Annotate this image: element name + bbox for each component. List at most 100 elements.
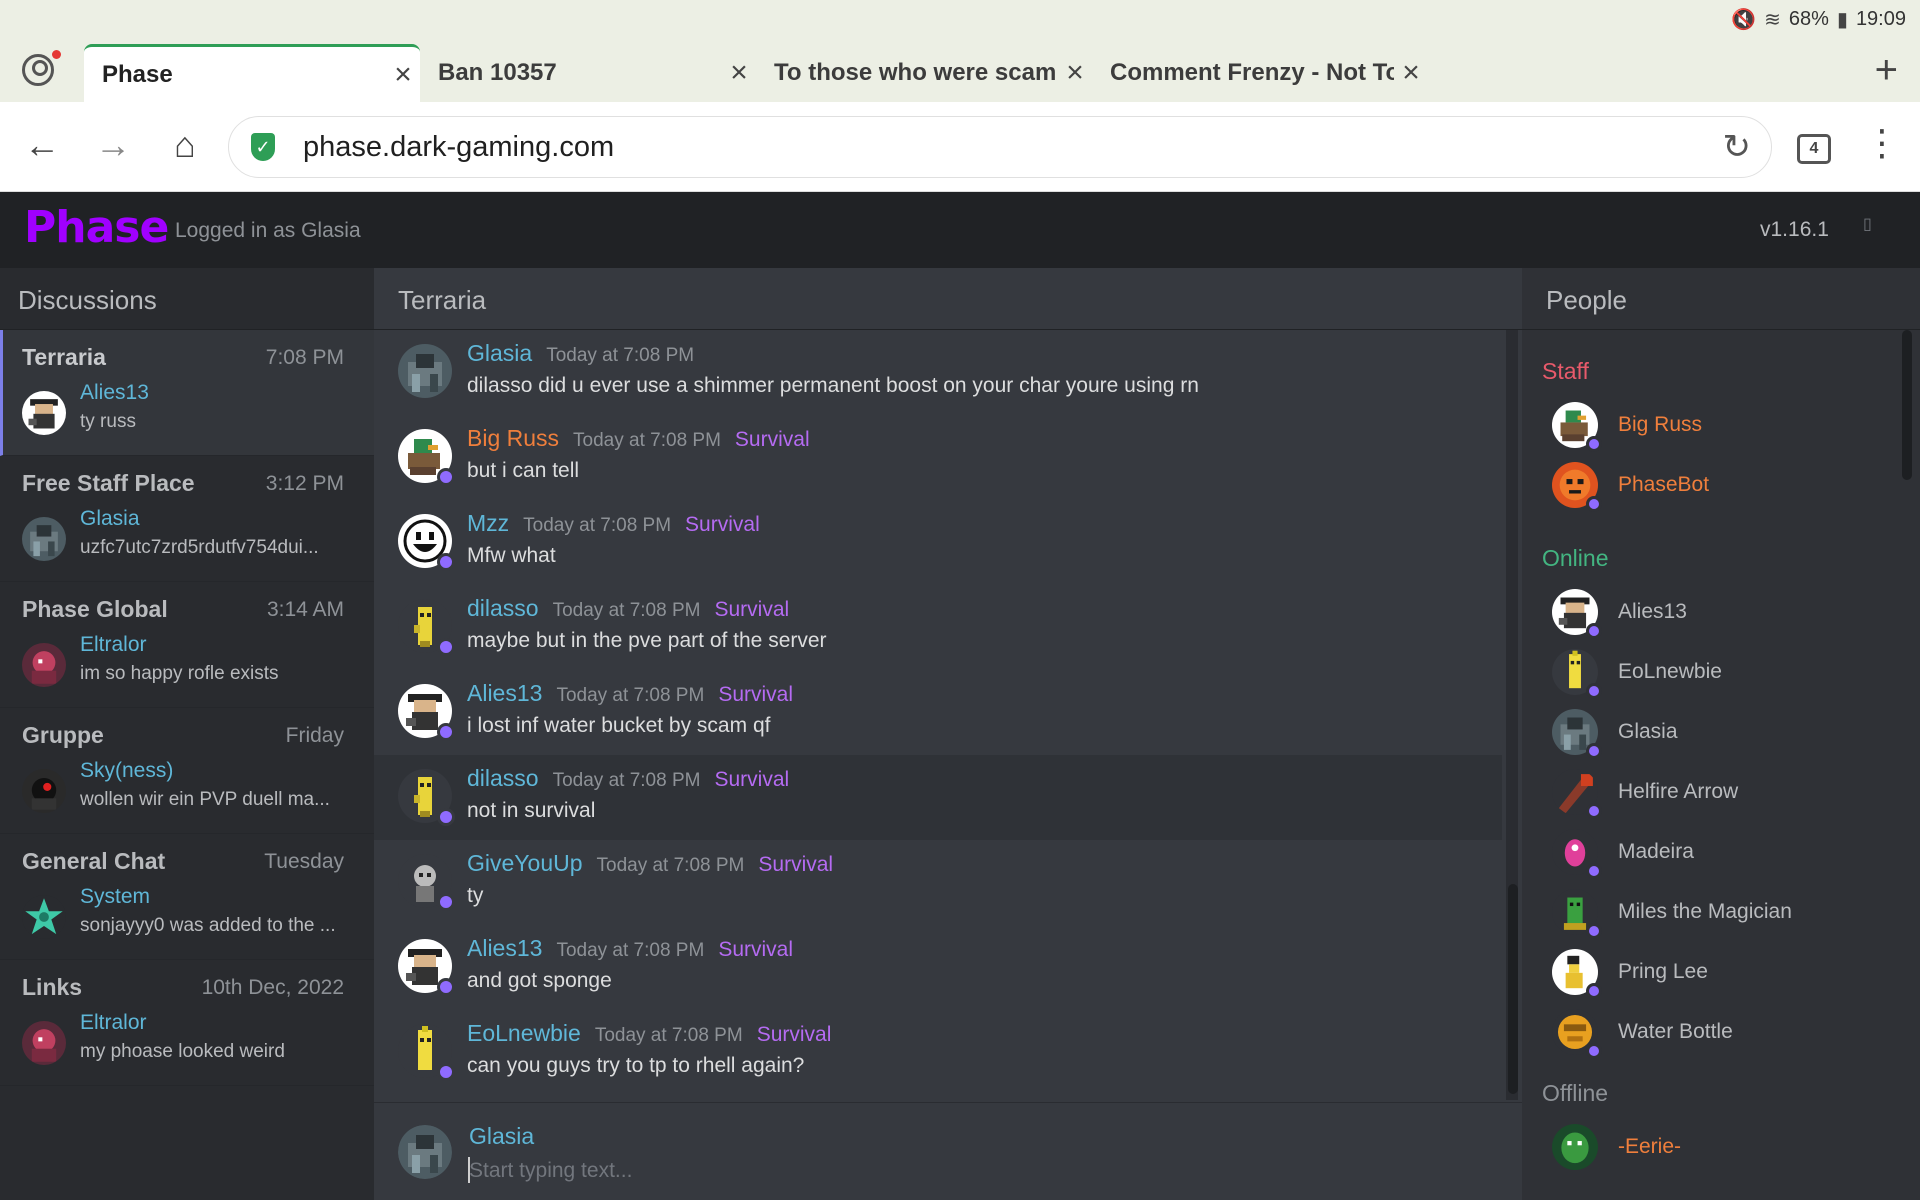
message-author[interactable]: Glasia: [467, 340, 532, 367]
avatar[interactable]: [398, 1024, 455, 1081]
discussion-item-links[interactable]: Links 10th Dec, 2022 Eltralor my phoase loo…: [0, 960, 374, 1086]
discussion-time: Friday: [285, 724, 344, 747]
presence-dot: [1586, 983, 1602, 999]
avatar[interactable]: [398, 344, 452, 398]
discussion-last-message: uzfc7utc7zrd5rdutfv754dui...: [80, 537, 319, 558]
person-madeira[interactable]: Madeira: [1522, 822, 1920, 882]
home-icon[interactable]: ⌂: [163, 124, 207, 166]
more-menu-icon[interactable]: ⋮: [1864, 122, 1900, 164]
message-author[interactable]: EoLnewbie: [467, 1020, 581, 1047]
message-text: and got sponge: [467, 969, 612, 992]
message-row[interactable]: Big Russ Today at 7:08 PM Survival but i ca…: [374, 415, 1502, 500]
person-name: Helfire Arrow: [1618, 780, 1739, 803]
avatar[interactable]: [398, 684, 455, 741]
discussion-last-user: Sky(ness): [80, 759, 174, 782]
message-author[interactable]: dilasso: [467, 765, 539, 792]
new-tab-icon[interactable]: +: [1875, 48, 1898, 93]
message-row[interactable]: Glasia Today at 7:08 PM dilasso did u ever…: [374, 330, 1502, 415]
person-helfire-arrow[interactable]: Helfire Arrow: [1522, 762, 1920, 822]
person-eerie[interactable]: -Eerie-: [1522, 1117, 1920, 1177]
avatar[interactable]: [398, 599, 455, 656]
profile-icon[interactable]: [22, 54, 54, 86]
message-text: not in survival: [467, 799, 596, 822]
settings-icon[interactable]: ▯: [1863, 214, 1872, 234]
browser-tab-scam[interactable]: To those who were scam ×: [756, 44, 1092, 102]
back-icon[interactable]: ←: [20, 124, 64, 166]
forward-icon[interactable]: →: [91, 124, 135, 166]
message-row[interactable]: dilasso Today at 7:08 PM Survival maybe but…: [374, 585, 1502, 670]
person-phasebot[interactable]: PhaseBot: [1522, 455, 1920, 515]
message-author[interactable]: Big Russ: [467, 425, 559, 452]
composer-avatar: [398, 1125, 452, 1179]
message-row[interactable]: dilasso Today at 7:08 PM Survival not in su…: [374, 755, 1502, 840]
message-row[interactable]: EoLnewbie Today at 7:08 PM Survival can you…: [374, 1010, 1502, 1095]
app-logo[interactable]: Phase: [24, 202, 169, 253]
avatar[interactable]: [398, 429, 455, 486]
channel-title: Terraria: [374, 268, 1522, 330]
message-row[interactable]: Alies13 Today at 7:08 PM Survival and got s…: [374, 925, 1502, 1010]
presence-dot: [437, 468, 455, 486]
browser-tab-comment[interactable]: Comment Frenzy - Not To ×: [1092, 44, 1428, 102]
avatar[interactable]: [398, 769, 455, 826]
message-row[interactable]: GiveYouUp Today at 7:08 PM Survival ty: [374, 840, 1502, 925]
discussion-item-general-chat[interactable]: General Chat Tuesday System sonjayyy0 was a…: [0, 834, 374, 960]
message-author[interactable]: Alies13: [467, 680, 542, 707]
message-author[interactable]: GiveYouUp: [467, 850, 583, 877]
chat-scrollbar-thumb[interactable]: [1508, 884, 1518, 1094]
presence-dot: [437, 553, 455, 571]
close-tab-icon[interactable]: ×: [386, 58, 420, 92]
avatar[interactable]: [398, 514, 455, 571]
close-tab-icon[interactable]: ×: [1394, 56, 1428, 90]
discussions-panel: Discussions Terraria 7:08 PM Alies13 ty rus…: [0, 268, 374, 1200]
people-panel: People Staff Big Russ PhaseBot Online Ali…: [1522, 268, 1920, 1200]
avatar: [1552, 709, 1602, 759]
chat-panel: Terraria Glasia Today at 7:08 PM dilasso d…: [374, 268, 1522, 1200]
message-row[interactable]: Alies13 Today at 7:08 PM Survival i lost in…: [374, 670, 1502, 755]
discussion-item-terraria[interactable]: Terraria 7:08 PM Alies13 ty russ: [0, 330, 374, 456]
avatar: [22, 391, 66, 435]
message-input[interactable]: [469, 1155, 1429, 1187]
discussion-item-gruppe[interactable]: Gruppe Friday Sky(ness) wollen wir ein PVP …: [0, 708, 374, 834]
discussion-last-message: wollen wir ein PVP duell ma...: [80, 789, 330, 810]
discussion-last-user: Alies13: [80, 381, 149, 404]
presence-dot: [1586, 923, 1602, 939]
reload-icon[interactable]: ↻: [1723, 127, 1752, 167]
person-big-russ[interactable]: Big Russ: [1522, 395, 1920, 455]
avatar: [1552, 589, 1602, 639]
person-water-bottle[interactable]: Water Bottle: [1522, 1002, 1920, 1062]
role-badge: Survival: [758, 853, 834, 876]
person-name: Big Russ: [1618, 413, 1703, 436]
person-alies13[interactable]: Alies13: [1522, 582, 1920, 642]
url-field[interactable]: ✓ phase.dark-gaming.com ↻: [228, 116, 1772, 178]
message-row[interactable]: Mzz Today at 7:08 PM Survival Mfw what: [374, 500, 1502, 585]
message-composer: Glasia: [374, 1102, 1522, 1200]
message-timestamp: Today at 7:08 PM: [556, 940, 705, 961]
close-tab-icon[interactable]: ×: [1058, 56, 1092, 90]
message-author[interactable]: dilasso: [467, 595, 539, 622]
tab-switcher-icon[interactable]: 4: [1797, 134, 1831, 164]
person-glasia[interactable]: Glasia: [1522, 702, 1920, 762]
message-timestamp: Today at 7:08 PM: [573, 430, 721, 451]
message-author[interactable]: Alies13: [467, 935, 542, 962]
presence-dot: [1586, 743, 1602, 759]
browser-tab-phase[interactable]: Phase ×: [84, 44, 420, 102]
discussions-heading: Discussions: [0, 268, 374, 330]
close-tab-icon[interactable]: ×: [722, 56, 756, 90]
message-timestamp: Today at 7:08 PM: [552, 600, 701, 621]
person-eolnewbie[interactable]: EoLnewbie: [1522, 642, 1920, 702]
avatar[interactable]: [398, 939, 455, 996]
discussion-item-free-staff-place[interactable]: Free Staff Place 3:12 PM Glasia uzfc7utc7zr…: [0, 456, 374, 582]
presence-dot: [437, 638, 455, 656]
message-author[interactable]: Mzz: [467, 510, 509, 537]
discussion-last-message: sonjayyy0 was added to the ...: [80, 915, 336, 936]
message-text: i lost inf water bucket by scam qf: [467, 714, 771, 737]
presence-dot: [1586, 496, 1602, 512]
avatar[interactable]: [398, 854, 455, 911]
role-badge: Survival: [734, 428, 810, 451]
person-miles-the-magician[interactable]: Miles the Magician: [1522, 882, 1920, 942]
presence-dot: [437, 723, 455, 741]
discussion-item-phase-global[interactable]: Phase Global 3:14 AM Eltralor im so happy r…: [0, 582, 374, 708]
browser-tab-ban[interactable]: Ban 10357 ×: [420, 44, 756, 102]
message-text: but i can tell: [467, 459, 580, 482]
person-pring-lee[interactable]: Pring Lee: [1522, 942, 1920, 1002]
